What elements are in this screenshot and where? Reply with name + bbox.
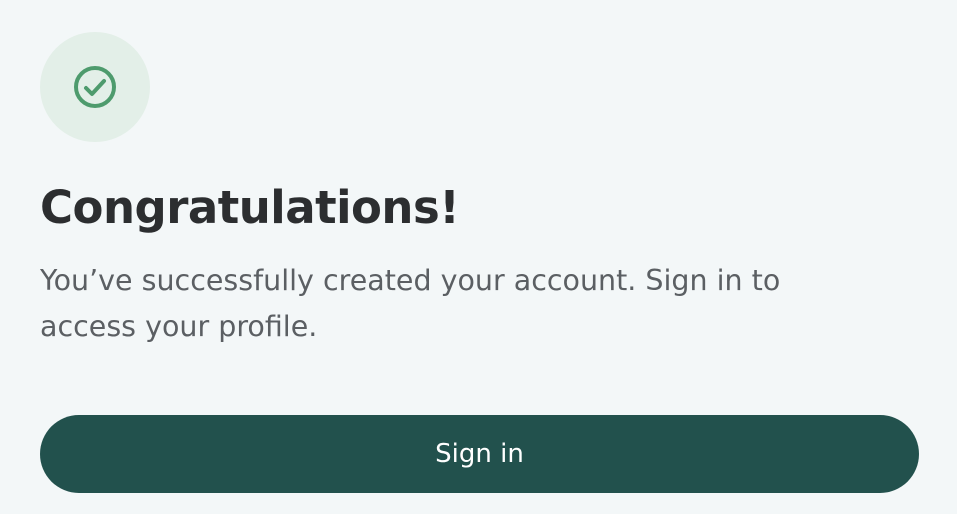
account-created-panel: Congratulations! You’ve successfully cre…: [0, 0, 957, 514]
success-message: You’ve successfully created your account…: [40, 264, 781, 343]
sign-in-button[interactable]: Sign in: [40, 415, 919, 493]
check-circle-icon: [72, 64, 118, 110]
congratulations-title: Congratulations!: [40, 181, 460, 234]
success-icon-badge: [40, 32, 150, 142]
